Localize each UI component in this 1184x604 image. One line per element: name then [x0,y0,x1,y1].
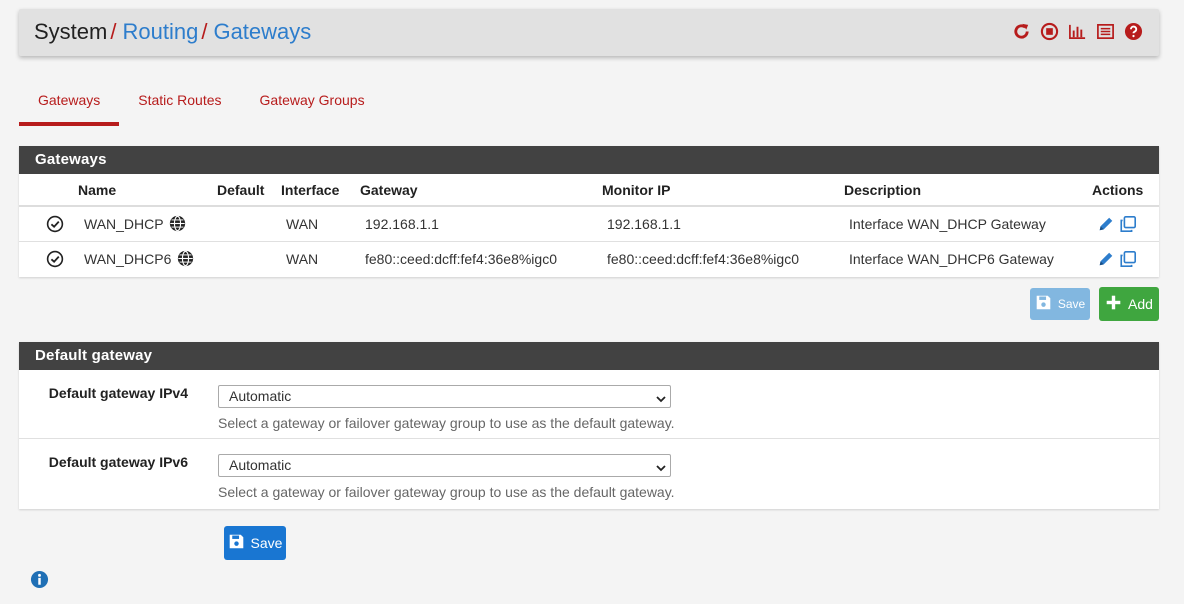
check-circle-icon [46,215,64,233]
default-gateway-ipv6-label: Default gateway IPv6 [48,454,188,470]
table-row: WAN_DHCP WAN 192.168.1.1 192.168.1.1 Int… [19,206,1159,242]
floppy-disk-icon [228,533,245,553]
check-circle-icon [46,250,64,268]
tab-gateways[interactable]: Gateways [19,82,120,126]
gateway-monitor-ip-cell: fe80::ceed:dcff:fef4:36e8%igc0 [607,250,799,267]
save-label: Save [1057,297,1086,311]
chevron-down-icon [655,390,667,403]
help-icon[interactable] [1124,22,1143,41]
floppy-disk-icon [1035,294,1052,314]
gateway-actions-cell [1092,241,1159,276]
breadcrumb-system: System [34,19,108,44]
default-gateway-ipv6-value: Automatic [229,457,292,473]
reload-icon[interactable] [1012,22,1031,41]
status-column-header [19,174,78,207]
copy-icon[interactable] [1119,250,1137,268]
gateway-name: WAN_DHCP6 [84,250,172,267]
gateway-name: WAN_DHCP [84,215,164,232]
chart-icon[interactable] [1068,22,1087,41]
status-cell [19,241,78,276]
breadcrumb-separator: / [201,19,208,44]
default-gateway-ipv4-row: Default gateway IPv4 Automatic Select a … [19,370,1159,439]
plus-icon [1105,294,1122,314]
column-header-monitor-ip: Monitor IP [602,174,844,207]
gateways-panel-title: Gateways [19,146,1159,174]
gateways-panel: Gateways Name Default Interface Gateway … [19,146,1159,277]
gateway-name-cell: WAN_DHCP [78,206,217,242]
save-label: Save [250,535,283,551]
gateway-address-cell: fe80::ceed:dcff:fef4:36e8%igc0 [365,250,557,267]
gateway-monitor-ip-cell: 192.168.1.1 [602,206,844,242]
tab-gateway-groups[interactable]: Gateway Groups [241,82,384,126]
default-gateway-ipv4-select[interactable]: Automatic [218,385,671,408]
globe-icon [177,250,194,267]
gateway-description-cell: Interface WAN_DHCP Gateway [844,206,1092,242]
column-header-actions: Actions [1092,174,1159,207]
gateway-interface-cell: WAN [286,250,319,267]
gateway-name-cell: WAN_DHCP6 [78,241,217,276]
log-icon[interactable] [1096,22,1115,41]
default-gateway-panel: Default gateway Default gateway IPv4 Aut… [19,342,1159,509]
status-cell [19,206,78,242]
column-header-description: Description [844,174,1092,207]
gateway-default-cell [217,206,281,242]
table-header-row: Name Default Interface Gateway Monitor I… [19,174,1159,207]
add-label: Add [1128,296,1153,312]
column-header-interface: Interface [281,174,360,207]
info-icon[interactable] [30,570,49,589]
add-gateway-button[interactable]: Add [1099,287,1159,321]
default-gateway-ipv6-select[interactable]: Automatic [218,454,671,477]
edit-pencil-icon[interactable] [1097,250,1115,268]
default-gateway-ipv6-row: Default gateway IPv6 Automatic Select a … [19,439,1159,508]
tab-static-routes[interactable]: Static Routes [119,82,240,126]
copy-icon[interactable] [1119,215,1137,233]
breadcrumb-routing-link[interactable]: Routing [122,19,198,44]
stop-icon[interactable] [1040,22,1059,41]
tab-bar: Gateways Static Routes Gateway Groups [19,82,384,126]
gateway-actions-cell [1092,206,1159,242]
save-gateways-button[interactable]: Save [1030,288,1090,320]
page-header: System / Routing / Gateways [19,9,1159,56]
default-gateway-ipv4-label: Default gateway IPv4 [48,385,188,401]
gateways-table: Name Default Interface Gateway Monitor I… [19,174,1159,276]
gateway-description-cell: Interface WAN_DHCP6 Gateway [849,250,1054,267]
gateway-address-cell: 192.168.1.1 [360,206,602,242]
table-row: WAN_DHCP6 WAN fe80::ceed:dcff:fef4:36e8%… [19,241,1159,276]
column-header-gateway: Gateway [360,174,602,207]
header-toolbar [1012,22,1143,41]
column-header-default: Default [217,174,281,207]
column-header-name: Name [78,174,217,207]
save-default-gateway-button[interactable]: Save [224,526,286,560]
globe-icon [169,215,186,232]
default-gateway-ipv4-help: Select a gateway or failover gateway gro… [218,415,675,431]
default-gateway-ipv4-value: Automatic [229,388,292,404]
edit-pencil-icon[interactable] [1097,215,1115,233]
breadcrumb: System / Routing / Gateways [34,20,311,44]
gateway-interface-cell: WAN [281,206,360,242]
breadcrumb-separator: / [110,19,117,44]
default-gateway-ipv6-help: Select a gateway or failover gateway gro… [218,484,675,500]
gateway-default-cell [217,241,281,276]
breadcrumb-gateways-link[interactable]: Gateways [213,19,311,44]
default-gateway-panel-title: Default gateway [19,342,1159,370]
chevron-down-icon [655,459,667,472]
